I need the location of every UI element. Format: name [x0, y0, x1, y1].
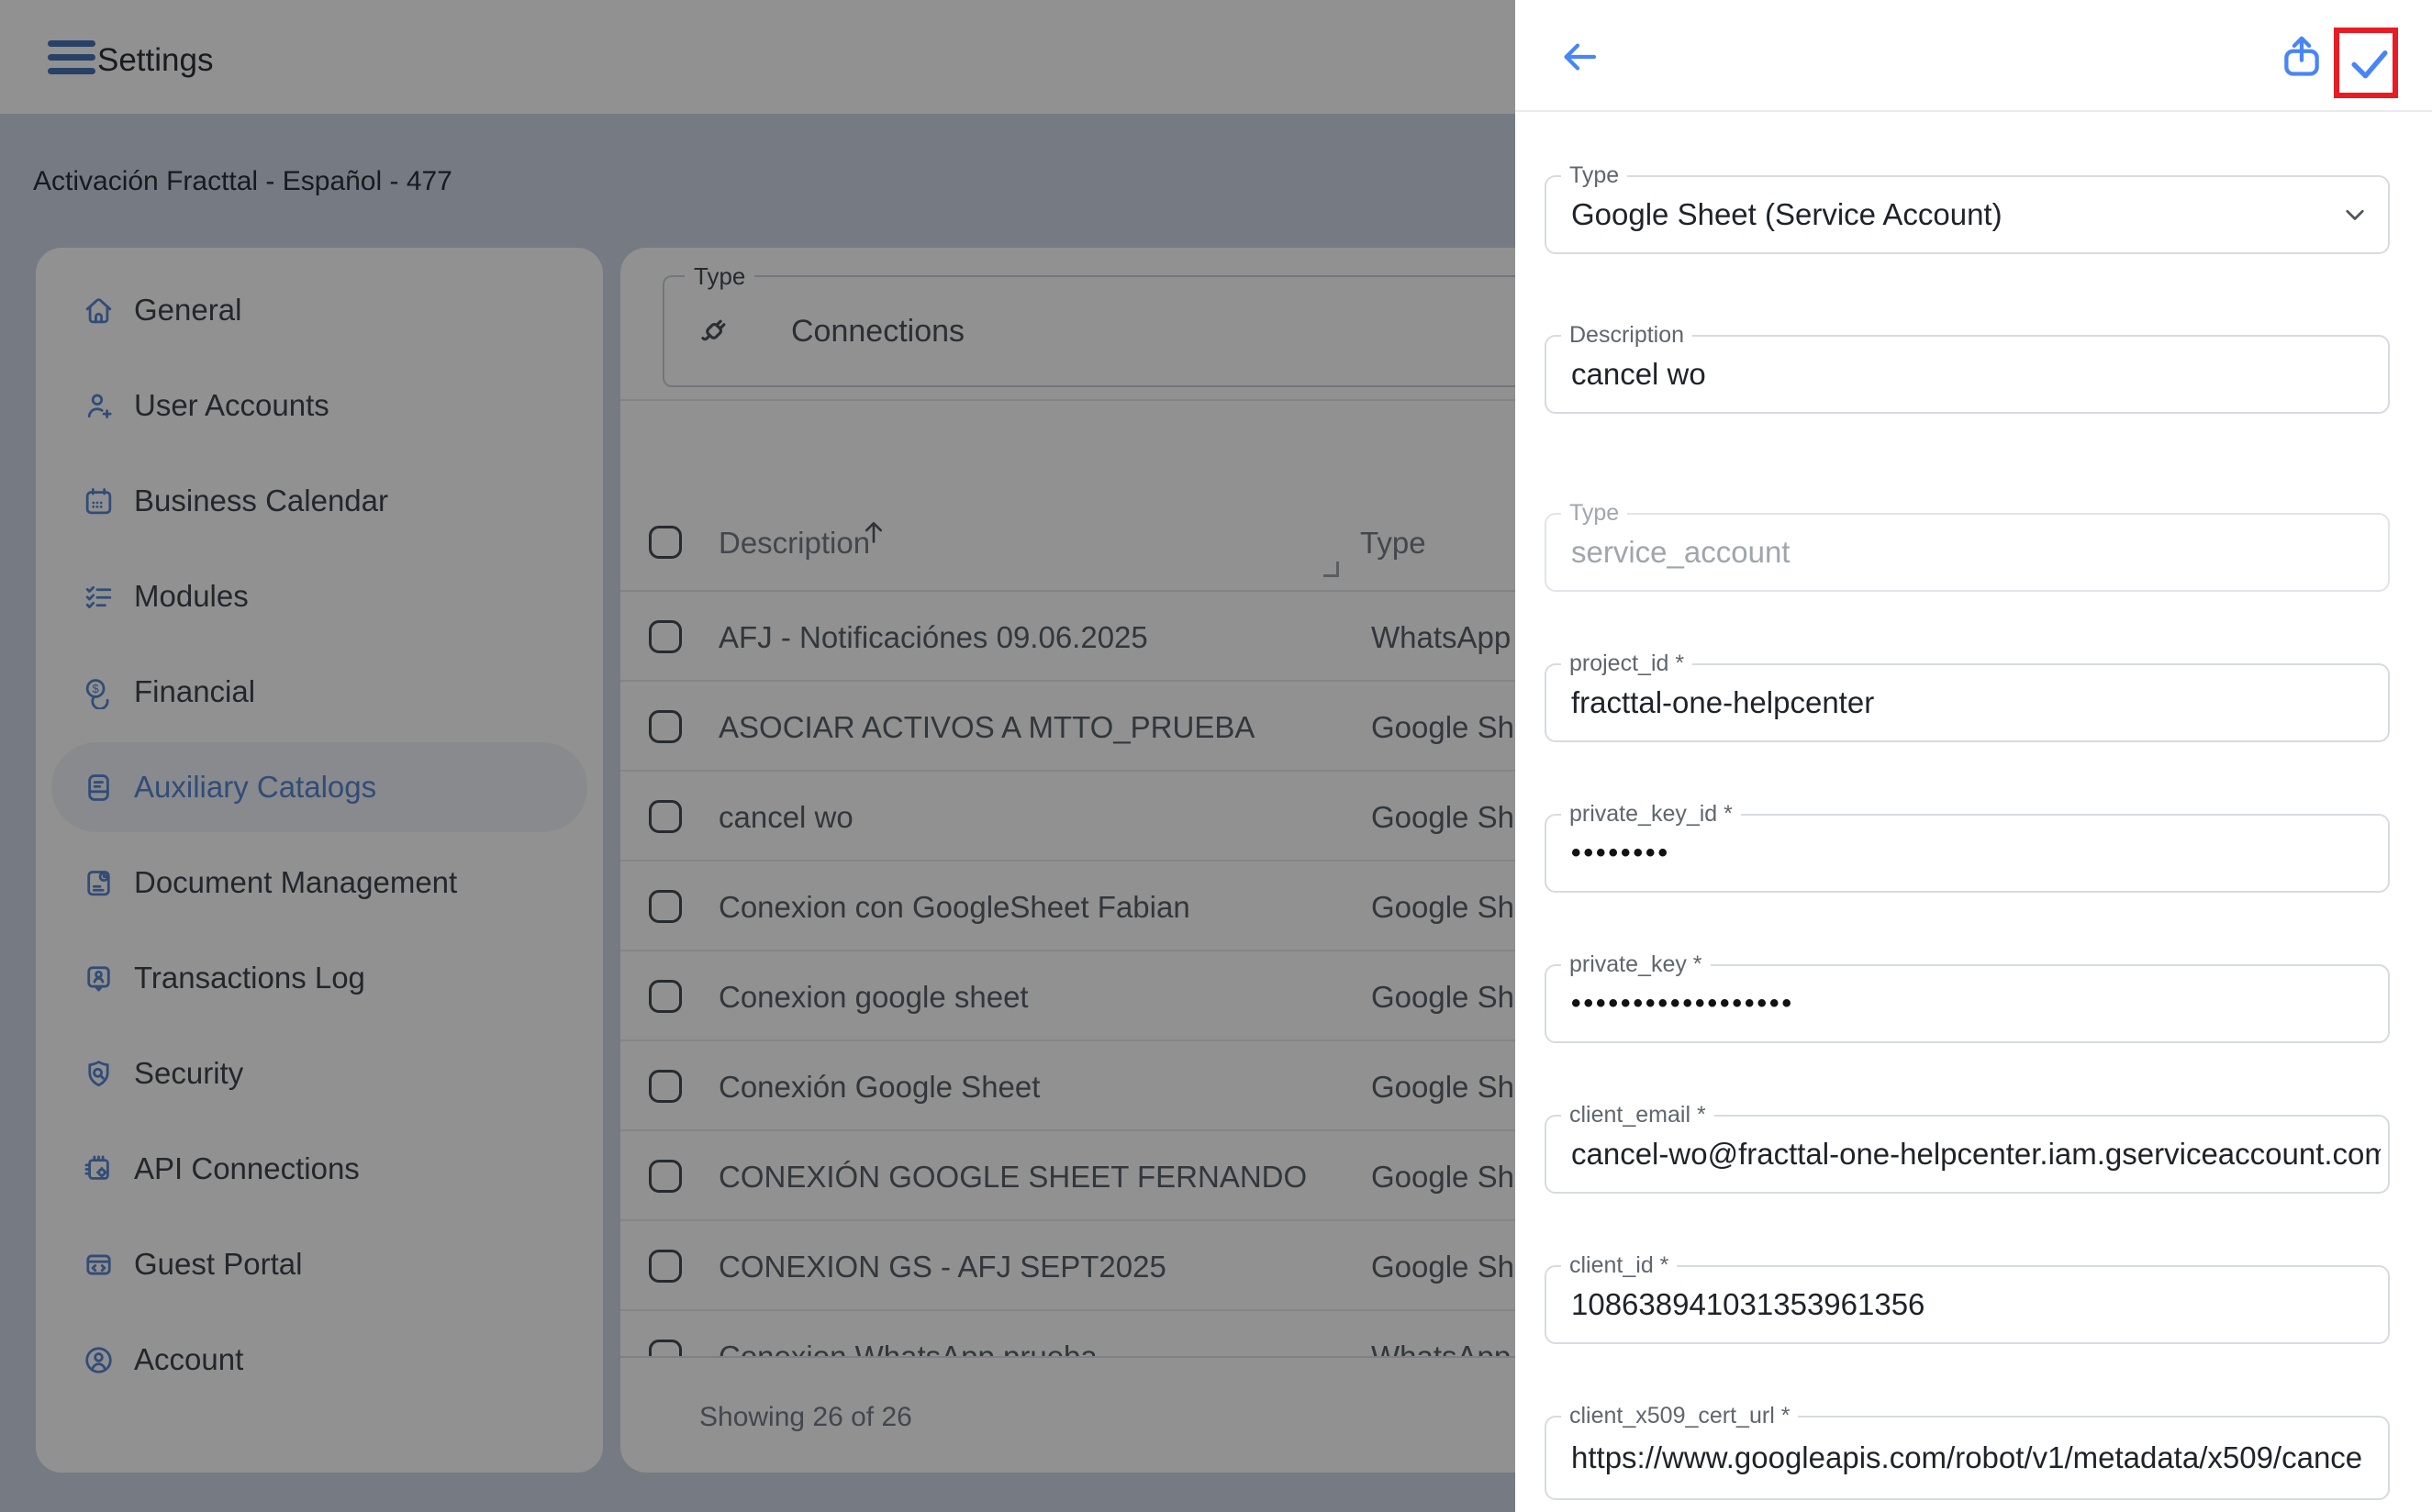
field-label: client_email * [1561, 1102, 1714, 1128]
field-label: project_id * [1561, 650, 1692, 677]
share-icon [2277, 31, 2326, 83]
type-select-field[interactable]: Type Google Sheet (Service Account) [1545, 175, 2390, 254]
client-id-field[interactable]: client_id * 108638941031353961356 [1545, 1265, 2390, 1344]
field-value: Google Sheet (Service Account) [1571, 197, 2333, 232]
field-label: Description [1561, 322, 1692, 349]
share-button[interactable] [2277, 31, 2326, 83]
field-value: cancel wo [1571, 357, 2333, 392]
back-button[interactable] [1557, 35, 1601, 79]
field-value-masked: •••••••• [1571, 838, 2333, 869]
chevron-down-icon[interactable] [2338, 198, 2371, 231]
description-field[interactable]: Description cancel wo [1545, 335, 2390, 414]
check-icon [2345, 39, 2394, 88]
field-value: cancel-wo@fracttal-one-helpcenter.iam.gs… [1571, 1137, 2381, 1172]
client-x509-cert-url-field[interactable]: client_x509_cert_url * https://www.googl… [1545, 1416, 2390, 1500]
field-label: private_key_id * [1561, 801, 1741, 828]
screen: Settings Activación Fracttal - Español -… [0, 0, 2432, 1512]
private-key-id-field[interactable]: private_key_id * •••••••• [1545, 814, 2390, 893]
private-key-field[interactable]: private_key * •••••••••••••••••• [1545, 964, 2390, 1043]
modal-backdrop[interactable] [0, 0, 1515, 1512]
field-value-masked: •••••••••••••••••• [1571, 988, 2333, 1019]
field-label: client_id * [1561, 1252, 1677, 1279]
field-value: fracttal-one-helpcenter [1571, 685, 2333, 720]
field-label: Type [1561, 500, 1627, 527]
project-id-field[interactable]: project_id * fracttal-one-helpcenter [1545, 663, 2390, 742]
field-label: Type [1561, 162, 1627, 189]
field-value: https://www.googleapis.com/robot/v1/meta… [1571, 1440, 2381, 1475]
save-button[interactable] [2345, 39, 2394, 88]
client-email-field[interactable]: client_email * cancel-wo@fracttal-one-he… [1545, 1115, 2390, 1194]
arrow-left-icon [1557, 35, 1601, 79]
field-label: private_key * [1561, 951, 1711, 978]
field-value: service_account [1571, 535, 2333, 570]
account-type-field: Type service_account [1545, 513, 2390, 592]
field-value: 108638941031353961356 [1571, 1287, 2333, 1322]
field-label: client_x509_cert_url * [1561, 1403, 1798, 1429]
panel-toolbar [1515, 0, 2432, 112]
